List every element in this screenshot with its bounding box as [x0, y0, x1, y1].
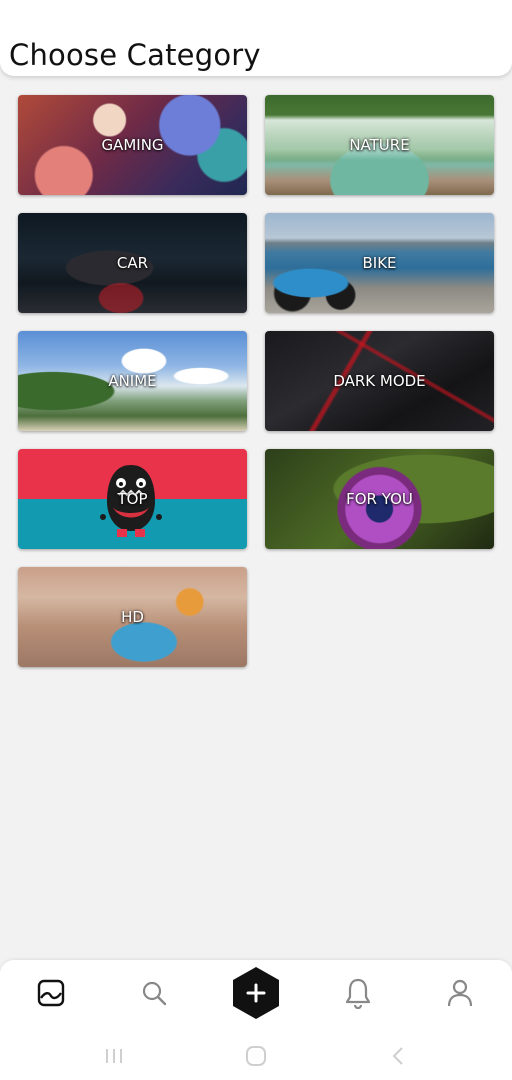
recent-apps-icon	[106, 1049, 122, 1063]
category-label: NATURE	[349, 136, 410, 154]
category-tile-car[interactable]: CAR	[18, 213, 247, 313]
system-navigation-bar	[0, 1032, 512, 1080]
home-icon	[246, 1046, 266, 1066]
header-bar: Choose Category	[0, 0, 512, 76]
category-label: HD	[121, 608, 144, 626]
category-tile-gaming[interactable]: GAMING	[18, 95, 247, 195]
profile-icon	[447, 979, 473, 1007]
category-tile-nature[interactable]: NATURE	[265, 95, 494, 195]
wallpaper-icon	[37, 979, 65, 1007]
bell-icon	[345, 978, 371, 1009]
category-label: BIKE	[362, 254, 397, 272]
back-icon	[392, 1047, 403, 1065]
category-label: CAR	[116, 254, 149, 272]
nav-notifications[interactable]	[328, 960, 388, 1026]
category-tile-for-you[interactable]: FOR YOU	[265, 449, 494, 549]
bottom-navigation	[0, 960, 512, 1032]
category-tile-top[interactable]: TOP	[18, 449, 247, 549]
category-tile-hd[interactable]: HD	[18, 567, 247, 667]
search-icon	[142, 981, 167, 1006]
category-label: DARK MODE	[333, 372, 426, 390]
category-tile-anime[interactable]: ANIME	[18, 331, 247, 431]
category-label: GAMING	[101, 136, 164, 154]
home-button[interactable]	[236, 1042, 276, 1070]
category-label: FOR YOU	[346, 490, 413, 508]
page-title: Choose Category	[9, 38, 261, 72]
add-icon	[233, 967, 279, 1019]
category-tile-bike[interactable]: BIKE	[265, 213, 494, 313]
category-tile-dark-mode[interactable]: DARK MODE	[265, 331, 494, 431]
nav-wallpapers[interactable]	[21, 960, 81, 1026]
nav-profile[interactable]	[430, 960, 490, 1026]
nav-search[interactable]	[124, 960, 184, 1026]
nav-add[interactable]	[226, 960, 286, 1026]
back-button[interactable]	[378, 1042, 418, 1070]
category-label: ANIME	[108, 372, 157, 390]
category-label: TOP	[117, 490, 148, 508]
recent-apps-button[interactable]	[94, 1042, 134, 1070]
